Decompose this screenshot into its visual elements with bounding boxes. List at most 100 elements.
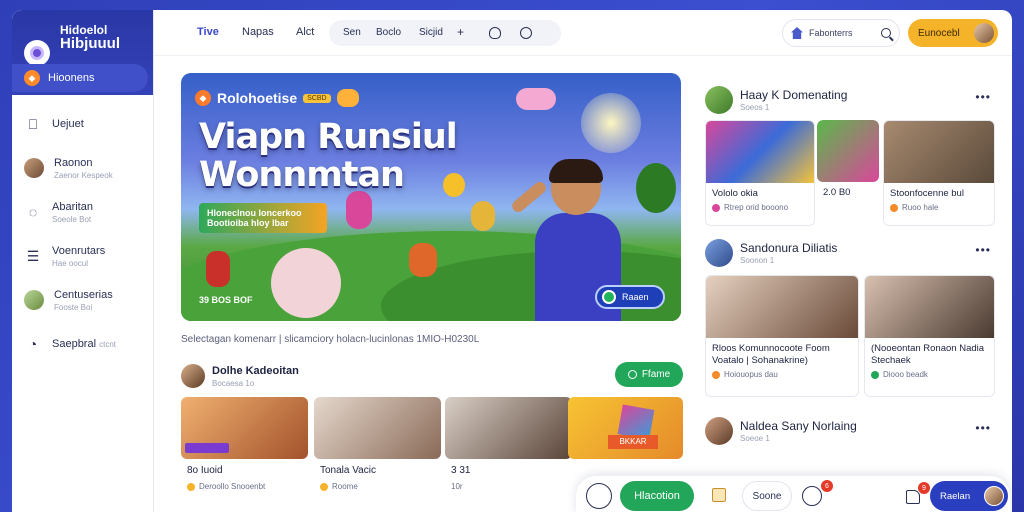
sidebar-item-home[interactable]: ◆ Hioonens bbox=[12, 64, 148, 92]
search-icon[interactable] bbox=[881, 28, 891, 38]
face-icon[interactable] bbox=[586, 483, 612, 509]
video-meta: Diooo beadk bbox=[865, 367, 994, 379]
top-bar: Tive Napas Alct Sen Boclo Sicjid + Fabon… bbox=[154, 10, 1012, 56]
avatar[interactable] bbox=[705, 417, 733, 445]
pill-1[interactable]: Sen bbox=[343, 27, 361, 38]
hero-title: Viapn Runsiul Wonnmtan bbox=[199, 117, 458, 195]
section-title[interactable]: Sandonura Diliatis bbox=[740, 241, 837, 255]
add-icon[interactable]: + bbox=[457, 25, 464, 39]
speech-bubble-icon bbox=[336, 89, 359, 107]
video-title: Stoonfocenne bul bbox=[890, 188, 964, 199]
sidebar-item-5[interactable]: Centuserias Fooste Boi bbox=[12, 278, 154, 322]
video-thumbnail bbox=[706, 121, 814, 183]
video-thumbnail bbox=[181, 397, 308, 459]
primary-action-button[interactable]: Hlacotion bbox=[620, 481, 694, 511]
hero-character-bear bbox=[271, 248, 341, 318]
bell-icon[interactable] bbox=[489, 27, 501, 39]
hero-banner[interactable]: ◆ Rolohoetise SCBD Viapn Runsiul Wonnmta… bbox=[181, 73, 681, 321]
avatar bbox=[24, 158, 44, 178]
sidebar-item-1[interactable]: ⎕ Uejuet bbox=[12, 102, 154, 146]
hero-tagline: Hloneclnou loncerkoo Bootioiba hloy lbar bbox=[199, 203, 327, 233]
sidebar-item-sub: Soeole Bot bbox=[52, 214, 92, 224]
hero-character-pink bbox=[346, 191, 372, 229]
video-card[interactable]: Vololo okia Rtrep orid booono bbox=[705, 120, 815, 226]
video-card[interactable]: Rloos Komunnocoote Foom Voatalo | Sohana… bbox=[705, 275, 859, 397]
hero-cta-button[interactable]: Raaen bbox=[595, 285, 665, 309]
video-meta: Rtrep orid booono bbox=[706, 200, 814, 212]
brand-line2: Hibjuuul bbox=[60, 34, 120, 52]
video-thumbnail: BKKAR bbox=[568, 397, 683, 459]
video-card[interactable]: 8o Iuoid Deroollo Snooenbt bbox=[181, 397, 308, 505]
video-title: (Nooeontan Ronaon Nadia Stechaek bbox=[871, 343, 985, 366]
video-card[interactable]: 2.0 B0 bbox=[817, 120, 879, 226]
hero-badge: ◆ Rolohoetise SCBD bbox=[195, 89, 359, 107]
comment-icon: ◔ bbox=[28, 336, 38, 352]
brand-name: Hidoelol Hibjuuul bbox=[60, 23, 120, 52]
pill-2[interactable]: Boclo bbox=[376, 27, 401, 38]
video-thumbnail bbox=[817, 120, 879, 182]
section-title[interactable]: Haay K Domenating bbox=[740, 88, 847, 102]
follow-button[interactable]: Ffame bbox=[615, 362, 683, 387]
sidebar-item-2[interactable]: Raonon Zaenor Kespeok bbox=[12, 146, 154, 190]
sidebar-item-4[interactable]: ☰ Voenrutars Hae oocul bbox=[12, 234, 154, 278]
pill-3[interactable]: Sicjid bbox=[419, 27, 443, 38]
channel-sub: Bocaesa 1o bbox=[212, 379, 255, 388]
search-input[interactable]: Fabonterrs bbox=[782, 19, 900, 47]
section-title[interactable]: Naldea Sany Norlaing bbox=[740, 419, 857, 433]
flame-icon: ◆ bbox=[195, 90, 211, 106]
section-header: Haay K Domenating Soeos 1 ••• bbox=[705, 82, 995, 118]
avatar[interactable] bbox=[705, 239, 733, 267]
video-card[interactable]: Stoonfocenne bul Ruoo hale bbox=[883, 120, 995, 226]
clock-icon[interactable] bbox=[802, 486, 822, 506]
hero-title-line2: Wonnmtan bbox=[199, 155, 405, 195]
avatar bbox=[974, 23, 994, 43]
video-card[interactable]: 3 31 10r bbox=[445, 397, 572, 505]
video-card[interactable]: Tonala Vacic Roome bbox=[314, 397, 441, 505]
hero-title-line1: Viapn Runsiul bbox=[199, 117, 458, 157]
nav-link-3[interactable]: Alct bbox=[296, 26, 314, 38]
video-thumbnail bbox=[865, 276, 994, 338]
bottom-action-bar: Hlacotion Soone 6 9 Raelan bbox=[576, 476, 1010, 512]
notification-badge: 9 bbox=[917, 481, 931, 495]
hero-character-yellow bbox=[471, 201, 495, 231]
sidebar: Hidoelol Hibjuuul ◆ Hioonens ⎕ Uejuet Ra… bbox=[12, 10, 154, 512]
avatar bbox=[984, 486, 1004, 506]
video-title: Rloos Komunnocoote Foom Voatalo | Sohana… bbox=[712, 343, 830, 366]
video-thumbnail bbox=[445, 397, 572, 459]
right-section-2: Sandonura Diliatis Soonon 1 ••• Rloos Ko… bbox=[705, 235, 995, 397]
nav-link-live[interactable]: Tive bbox=[197, 26, 219, 38]
secondary-action-button[interactable]: Soone bbox=[742, 481, 792, 511]
sidebar-item-sub: Zaenor Kespeok bbox=[54, 170, 113, 180]
video-thumbnail bbox=[706, 276, 858, 338]
hero-character-red bbox=[206, 251, 230, 287]
nav-link-2[interactable]: Napas bbox=[242, 26, 274, 38]
hero-glow bbox=[581, 93, 641, 153]
sidebar-item-label: Voenrutars bbox=[52, 244, 106, 257]
avatar[interactable] bbox=[181, 364, 205, 388]
more-icon[interactable]: ••• bbox=[975, 421, 991, 435]
flame-icon: ◆ bbox=[24, 70, 40, 86]
section-sub: Soeoe 1 bbox=[740, 434, 770, 443]
user-menu-button[interactable]: Eunocebl bbox=[908, 19, 998, 47]
right-section-1: Haay K Domenating Soeos 1 ••• Vololo oki… bbox=[705, 82, 995, 226]
logo-icon[interactable] bbox=[24, 39, 50, 66]
right-section-3: Naldea Sany Norlaing Soeoe 1 ••• bbox=[705, 413, 995, 449]
hero-caption: Selectagan komenarr | slicamciory holacn… bbox=[181, 334, 480, 345]
box-icon[interactable] bbox=[712, 488, 726, 502]
sidebar-item-label: Uejuet bbox=[52, 118, 84, 130]
more-icon[interactable]: ••• bbox=[975, 243, 991, 257]
avatar[interactable] bbox=[705, 86, 733, 114]
profile-button[interactable]: Raelan bbox=[930, 481, 1008, 511]
video-title: Vololo okia bbox=[712, 188, 758, 199]
sidebar-item-label: Hioonens bbox=[48, 72, 95, 84]
sidebar-item-6[interactable]: ◔ Saepbral ctcnt bbox=[12, 322, 154, 366]
video-title: 8o Iuoid bbox=[187, 465, 223, 476]
hero-time: 39 BOS BOF bbox=[199, 295, 253, 305]
search-text: Fabonterrs bbox=[809, 28, 853, 38]
channel-name[interactable]: Dolhe Kadeoitan bbox=[212, 365, 299, 377]
thumbnail-label: BKKAR bbox=[608, 435, 658, 449]
sidebar-item-3[interactable]: ◌ Abaritan Soeole Bot bbox=[12, 190, 154, 234]
more-icon[interactable]: ••• bbox=[975, 90, 991, 104]
video-card[interactable]: (Nooeontan Ronaon Nadia Stechaek Diooo b… bbox=[864, 275, 995, 397]
circle-icon[interactable] bbox=[520, 27, 532, 39]
